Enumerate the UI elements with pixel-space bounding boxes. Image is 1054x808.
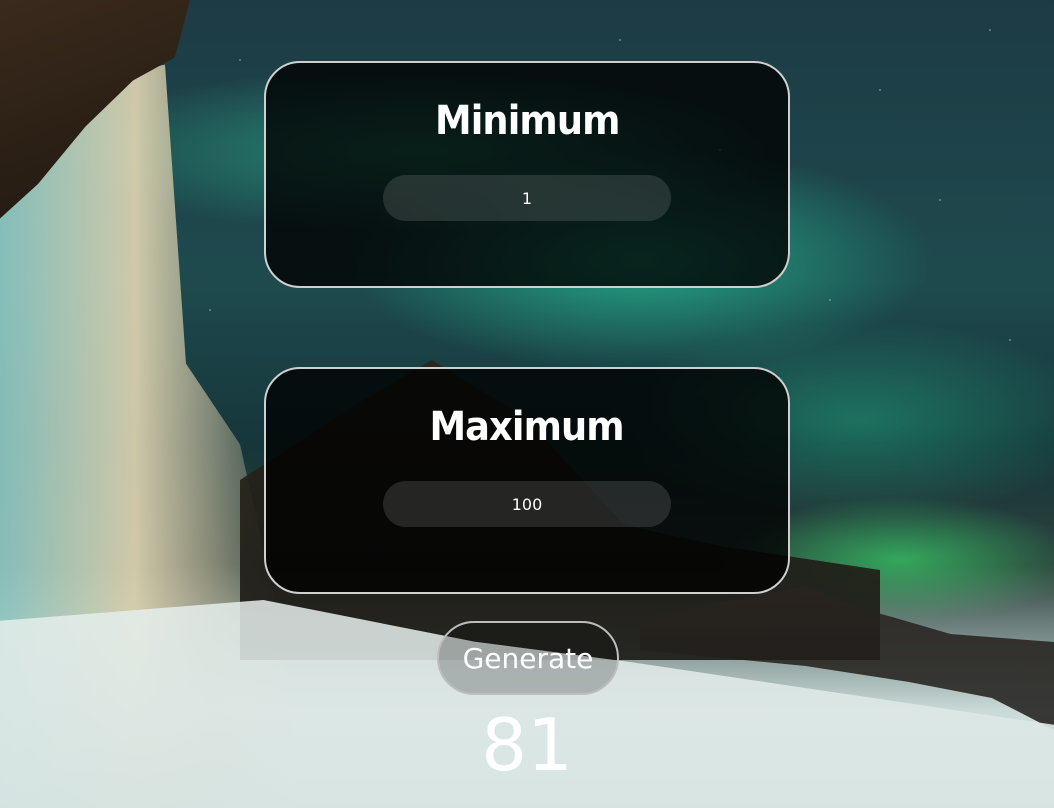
maximum-card: Maximum — [264, 367, 790, 594]
result-number: 81 — [481, 703, 573, 787]
maximum-input[interactable] — [383, 481, 671, 527]
generate-button[interactable]: Generate — [437, 621, 619, 695]
minimum-input[interactable] — [383, 175, 671, 221]
minimum-title: Minimum — [434, 98, 620, 144]
frozen-waterfall — [0, 64, 300, 808]
minimum-card: Minimum — [264, 61, 790, 288]
cliff-rock — [0, 0, 190, 219]
maximum-title: Maximum — [429, 404, 625, 450]
